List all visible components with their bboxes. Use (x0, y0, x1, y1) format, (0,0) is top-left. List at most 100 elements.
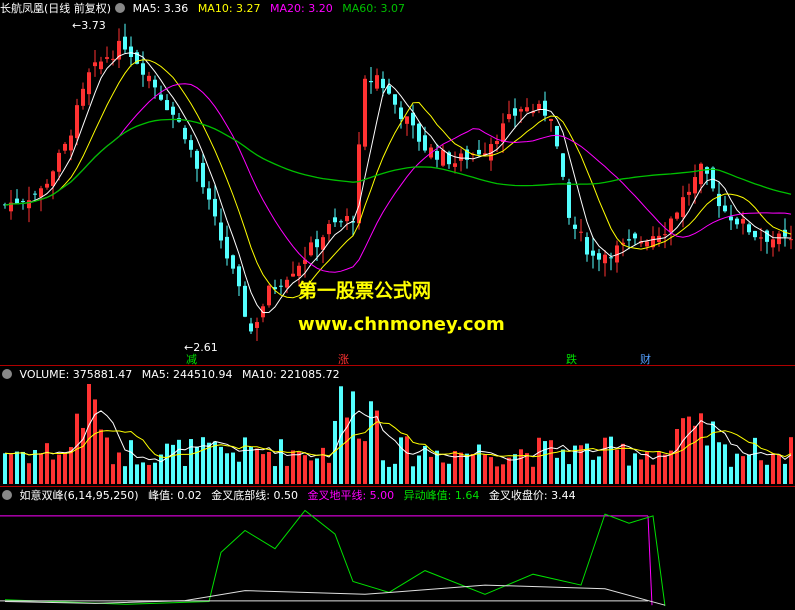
volume-bar (465, 453, 469, 484)
volume-bar (273, 466, 277, 484)
candle-body (75, 105, 79, 139)
candle-body (225, 236, 229, 259)
candle-body (711, 167, 715, 189)
candle-body (789, 239, 793, 241)
candle-body (549, 118, 553, 121)
volume-bar (411, 466, 415, 484)
volume-bar (321, 447, 325, 484)
candle-body (213, 198, 217, 217)
gold-horizon-readout: 金叉地平线: 5.00 (307, 489, 395, 502)
volume-bar (243, 437, 247, 484)
vol-ma5-readout: MA5: 244510.94 (141, 368, 233, 381)
volume-bar (297, 451, 301, 484)
volume-bar (45, 443, 49, 484)
volume-bar (615, 449, 619, 484)
volume-bar (567, 464, 571, 484)
volume-bar (453, 451, 457, 484)
candle-body (573, 224, 577, 229)
event-tag-rise[interactable]: 涨 (338, 351, 349, 367)
candle-body (669, 218, 673, 233)
event-tag-finance[interactable]: 财 (640, 351, 651, 367)
candle-body (345, 216, 349, 222)
candle-body (591, 250, 595, 256)
settings-icon[interactable] (2, 490, 12, 500)
candle-body (435, 151, 439, 160)
volume-moving-averages (4, 410, 792, 463)
volume-bar (27, 463, 31, 484)
candle-body (417, 123, 421, 142)
volume-bar (729, 466, 733, 484)
candle-body (603, 254, 607, 264)
volume-bar (603, 437, 607, 484)
candle-body (111, 58, 115, 60)
indicator-name: 如意双峰(6,14,95,250) (19, 489, 139, 502)
volume-bar (777, 454, 781, 484)
candle-body (285, 279, 289, 288)
volume-bar (261, 454, 265, 484)
candle-body (747, 224, 751, 233)
volume-bar (207, 442, 211, 484)
volume-bar (177, 439, 181, 484)
candle-body (519, 109, 523, 112)
candle-body (735, 218, 739, 225)
candle-body (165, 100, 169, 111)
high-price-label: 3.73 (81, 19, 106, 32)
indicator-header: 如意双峰(6,14,95,250) 峰值: 0.02 金叉底部线: 0.50 金… (0, 488, 582, 504)
candle-body (555, 126, 559, 147)
candle-body (69, 135, 73, 151)
volume-bar (123, 466, 127, 484)
volume-bar (501, 464, 505, 484)
candle-body (495, 140, 499, 145)
candle-body (453, 163, 457, 167)
event-tag-reduce[interactable]: 减 (186, 351, 197, 367)
candle-body (255, 322, 259, 328)
volume-bar (111, 464, 115, 484)
candle-body (357, 144, 361, 224)
candle-body (171, 106, 175, 115)
ma5-line (4, 52, 792, 314)
volume-bar (117, 452, 121, 484)
volume-bar (759, 460, 763, 484)
volume-bar (435, 450, 439, 484)
ma20-line (4, 83, 792, 273)
volume-bar (87, 384, 91, 484)
volume-bar (309, 460, 313, 484)
candle-body (21, 200, 25, 202)
volume-bar (711, 421, 715, 484)
volume-bar (429, 456, 433, 484)
volume-bar (315, 458, 319, 484)
candle-body (333, 217, 337, 223)
volume-bar (681, 418, 685, 484)
volume-bar (609, 436, 613, 484)
candle-body (723, 205, 727, 212)
candle-body (507, 114, 511, 120)
candle-body (369, 80, 373, 83)
candle-body (153, 79, 157, 88)
candle-body (81, 88, 85, 106)
volume-bar (489, 457, 493, 484)
volume-bar (651, 464, 655, 484)
ma60-readout: MA60: 3.07 (342, 2, 405, 15)
candle-body (93, 62, 97, 67)
candle-body (459, 153, 463, 161)
candle-body (39, 188, 43, 198)
event-tag-fall[interactable]: 跌 (566, 351, 577, 367)
price-header: 长航凤凰(日线 前复权) MA5: 3.36 MA10: 3.27 MA20: … (0, 1, 411, 17)
candle-body (597, 253, 601, 260)
volume-bar (387, 466, 391, 484)
volume-bar (135, 464, 139, 484)
candle-body (267, 285, 271, 306)
candle-body (579, 231, 583, 233)
candle-body (687, 191, 691, 195)
candle-body (237, 266, 241, 287)
candle-body (381, 78, 385, 89)
volume-bar (669, 450, 673, 484)
candle-body (771, 239, 775, 248)
peak-readout: 峰值: 0.02 (148, 489, 202, 502)
volume-bar (33, 449, 37, 484)
candle-body (681, 197, 685, 217)
settings-icon[interactable] (2, 369, 12, 379)
volume-bar (105, 437, 109, 484)
candle-body (513, 108, 517, 116)
settings-icon[interactable] (115, 3, 126, 13)
